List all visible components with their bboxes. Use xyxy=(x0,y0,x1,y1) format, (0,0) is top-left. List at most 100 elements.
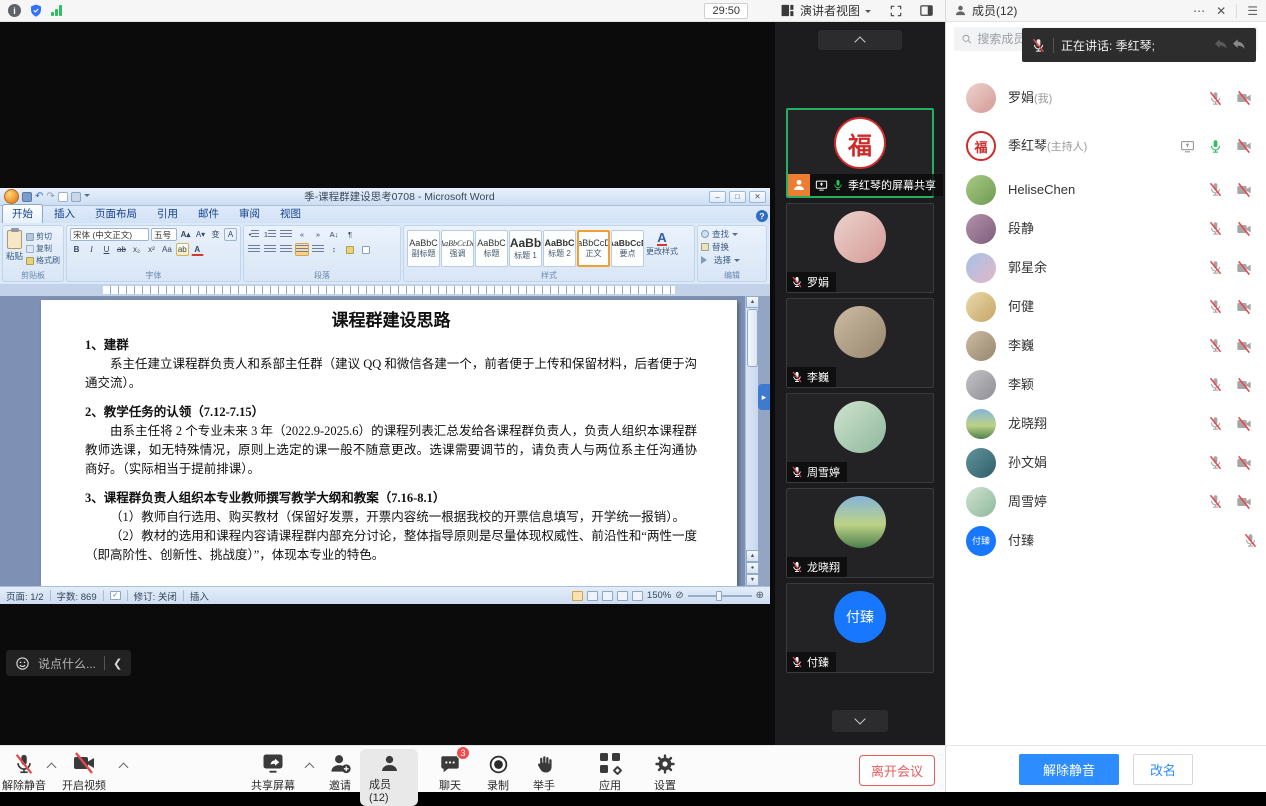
gear-icon xyxy=(654,753,676,775)
unmute-all-button[interactable]: 解除静音 xyxy=(1019,754,1119,785)
security-shield-icon[interactable] xyxy=(29,3,43,18)
member-row[interactable]: HeliseChen xyxy=(946,170,1266,209)
member-row[interactable]: 周雪婷 xyxy=(946,482,1266,521)
track-changes-status: 修订: 关闭 xyxy=(134,589,177,603)
avatar: 福 xyxy=(834,117,886,169)
zoom-in-icon: ⊕ xyxy=(756,591,764,601)
raise-hand-button[interactable]: 举手 xyxy=(524,751,564,793)
mic-muted-icon xyxy=(791,561,803,573)
mic-muted-icon xyxy=(1208,494,1223,509)
invite-button[interactable]: 邀请 xyxy=(320,751,360,793)
align-center-icon xyxy=(263,243,277,256)
replace-icon xyxy=(701,243,709,251)
ribbon-group-clipboard: 粘贴 剪切 复制 格式刷 剪贴板 xyxy=(2,225,64,282)
meeting-info-icon[interactable]: i xyxy=(8,4,21,17)
panel-close-button[interactable]: ✕ xyxy=(1216,4,1226,18)
cut-icon xyxy=(26,233,34,241)
video-tile[interactable]: 李巍 xyxy=(786,298,934,388)
chat-placeholder[interactable]: 说点什么... xyxy=(38,655,96,672)
avatar: 福 xyxy=(966,131,996,161)
share-options-chevron[interactable] xyxy=(305,763,315,773)
video-options-chevron[interactable] xyxy=(119,763,129,773)
chat-collapse-icon[interactable]: ❮ xyxy=(113,657,122,670)
member-row[interactable]: 龙晓翔 xyxy=(946,404,1266,443)
record-button[interactable]: 录制 xyxy=(478,751,518,793)
leave-meeting-button[interactable]: 离开会议 xyxy=(859,755,935,786)
members-panel: 成员(12) ⋯ ✕ ☰ 正在讲话: 季红琴; 罗娟(我) xyxy=(945,0,1266,792)
start-video-button[interactable]: 开启视频 xyxy=(62,751,106,793)
paste-button: 粘贴 xyxy=(6,228,23,270)
member-row[interactable]: 郭星余 xyxy=(946,248,1266,287)
next-page-icon: ▼ xyxy=(746,574,759,586)
mic-muted-icon xyxy=(791,371,803,383)
mic-muted-icon xyxy=(791,466,803,478)
unmute-button[interactable]: 解除静音 xyxy=(2,751,46,793)
invite-icon xyxy=(329,752,352,775)
mic-muted-icon xyxy=(1208,416,1223,431)
apps-button[interactable]: 应用 xyxy=(590,751,630,793)
mic-muted-icon xyxy=(1208,338,1223,353)
share-screen-button[interactable]: 共享屏幕 xyxy=(246,751,300,793)
style-heading1: AaBb标题 1 xyxy=(509,230,542,267)
view-mode-button[interactable]: 演讲者视图 xyxy=(774,0,877,21)
member-row[interactable]: 何健 xyxy=(946,287,1266,326)
font-name-select: 宋体 (中文正文) xyxy=(70,228,149,241)
tile-label: 龙晓翔 xyxy=(807,559,840,575)
mic-muted-icon xyxy=(13,753,35,775)
network-signal-icon xyxy=(51,5,62,16)
zoom-out-icon: ⊘ xyxy=(675,591,683,601)
highlight-icon: ab xyxy=(176,243,189,256)
video-tile[interactable]: 龙晓翔 xyxy=(786,488,934,578)
member-row[interactable]: 李巍 xyxy=(946,326,1266,365)
chat-quick-input[interactable]: 说点什么... ❮ xyxy=(6,650,131,676)
bold-icon: B xyxy=(70,243,83,256)
filmstrip-scroll-down-button[interactable] xyxy=(832,710,888,732)
mic-muted-icon xyxy=(1208,182,1223,197)
rename-button[interactable]: 改名 xyxy=(1133,754,1193,785)
panel-more-button[interactable]: ⋯ xyxy=(1193,4,1206,18)
change-case-icon: Aa xyxy=(160,243,174,256)
filmstrip-collapse-button[interactable] xyxy=(818,30,902,50)
member-row[interactable]: 李颖 xyxy=(946,365,1266,404)
meeting-toolbar: 解除静音 开启视频 共享屏幕 邀请 成员(12) 3 聊天 xyxy=(0,745,945,792)
video-tile[interactable]: 周雪婷 xyxy=(786,393,934,483)
menu-icon[interactable]: ☰ xyxy=(1247,4,1258,18)
word-ruler xyxy=(0,284,770,296)
avatar xyxy=(966,370,996,400)
video-tile[interactable]: 罗娟 xyxy=(786,203,934,293)
video-tile-sharing[interactable]: 福 季红琴的屏幕共享 xyxy=(786,108,934,198)
member-row[interactable]: 罗娟(我) xyxy=(946,74,1266,122)
save-icon xyxy=(22,192,32,202)
tile-label: 季红琴的屏幕共享 xyxy=(848,177,936,193)
office-button-icon xyxy=(4,189,19,204)
qat-menu-icon xyxy=(84,194,90,200)
member-row[interactable]: 付臻 付臻 xyxy=(946,521,1266,560)
prev-page-icon: ▲ xyxy=(746,550,759,562)
multilevel-list-icon xyxy=(279,228,293,241)
emoji-icon[interactable] xyxy=(15,656,30,671)
doc-heading: 2、教学任务的认领（7.12-7.15） xyxy=(85,403,697,422)
chevron-down-icon xyxy=(854,713,865,724)
shrink-font-icon: A▾ xyxy=(194,228,207,241)
member-row[interactable]: 孙文娟 xyxy=(946,443,1266,482)
style-emphasis: AaBbCcDd强调 xyxy=(441,230,474,267)
help-icon: ? xyxy=(756,210,768,222)
member-row[interactable]: 福 季红琴(主持人) xyxy=(946,122,1266,170)
active-speaker-icon xyxy=(788,174,810,196)
members-button[interactable]: 成员(12) xyxy=(360,749,418,806)
settings-button[interactable]: 设置 xyxy=(645,751,685,793)
fullscreen-button[interactable] xyxy=(885,2,907,20)
sort-icon: A↓ xyxy=(327,228,341,241)
word-count: 字数: 869 xyxy=(57,589,97,603)
outline-view-icon xyxy=(617,591,628,601)
shading-icon xyxy=(343,243,357,256)
avatar xyxy=(966,487,996,517)
doc-paragraph: 系主任建立课程群负责人和系部主任群（建议 QQ 和微信各建一个，前者便于上传和保… xyxy=(85,355,697,393)
side-panel-toggle-button[interactable] xyxy=(915,2,937,20)
member-row[interactable]: 段静 xyxy=(946,209,1266,248)
chat-button[interactable]: 3 聊天 xyxy=(430,751,470,793)
mic-options-chevron[interactable] xyxy=(47,763,57,773)
video-tile[interactable]: 付臻 付臻 xyxy=(786,583,934,673)
word-minimize-button: – xyxy=(709,191,726,203)
mic-muted-icon xyxy=(1208,299,1223,314)
